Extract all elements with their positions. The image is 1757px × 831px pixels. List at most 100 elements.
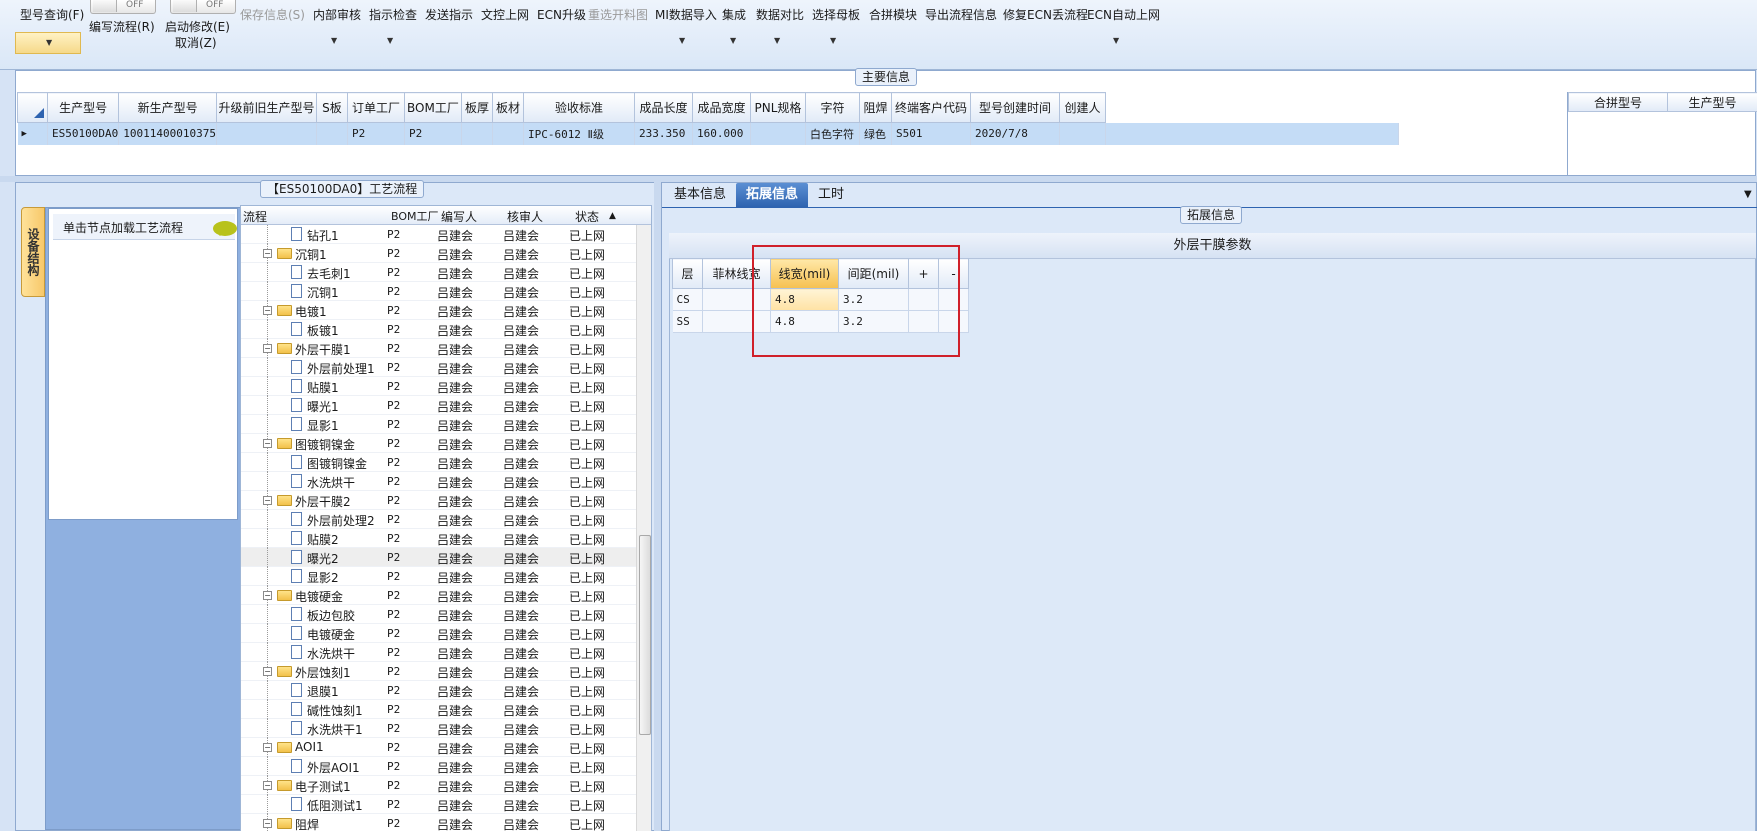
col-header[interactable]: 升级前旧生产型号 [215,92,317,123]
start-modify-toggle[interactable]: OFF [170,0,236,14]
tab-extended-info[interactable]: 拓展信息 [736,183,809,207]
vertical-splitter[interactable] [654,182,661,831]
table-cell[interactable]: P2 [404,122,462,145]
col-header[interactable]: 流程 [243,208,267,225]
col-header[interactable]: 型号创建时间 [969,92,1060,123]
col-header[interactable]: 核审人 [507,208,543,225]
data-compare-button[interactable]: 数据对比 [756,6,804,23]
integrate-button[interactable]: 集成 [722,6,746,23]
tree-row[interactable]: − 外层干膜2 P2 吕建会 吕建会 已上网 [241,491,651,510]
chevron-down-icon[interactable]: ▼ [331,36,337,45]
collapse-icon[interactable]: − [263,344,272,353]
tree-row[interactable]: 水洗烘干 P2 吕建会 吕建会 已上网 [241,472,651,491]
tree-row[interactable]: 板边包胶 P2 吕建会 吕建会 已上网 [241,605,651,624]
chevron-down-icon[interactable]: ▼ [730,36,736,45]
table-cell[interactable] [492,122,524,145]
tree-row[interactable]: − 图镀铜镍金 P2 吕建会 吕建会 已上网 [241,434,651,453]
tree-row[interactable]: 图镀铜镍金 P2 吕建会 吕建会 已上网 [241,453,651,472]
chevron-down-icon[interactable]: ▼ [1744,189,1752,200]
tree-row[interactable]: − 电镀1 P2 吕建会 吕建会 已上网 [241,301,651,320]
table-cell[interactable]: 白色字符 [805,122,860,145]
col-header[interactable]: 板材 [491,92,524,123]
col-header[interactable]: 创建人 [1058,92,1106,123]
tree-row[interactable]: − 阻焊 P2 吕建会 吕建会 已上网 [241,814,651,831]
col-header[interactable]: PNL规格 [749,92,806,123]
tree-row[interactable]: 板镀1 P2 吕建会 吕建会 已上网 [241,320,651,339]
tree-row[interactable]: − AOI1 P2 吕建会 吕建会 已上网 [241,738,651,757]
table-cell[interactable]: S501 [891,122,971,145]
fix-ecn-flow-button[interactable]: 修复ECN丢流程 [1003,6,1088,23]
col-header[interactable]: 验收标准 [522,92,635,123]
col-header[interactable]: S板 [315,92,348,123]
tree-row[interactable]: 显影1 P2 吕建会 吕建会 已上网 [241,415,651,434]
table-cell[interactable] [216,122,317,145]
col-header[interactable]: 订单工厂 [346,92,405,123]
select-master-button[interactable]: 选择母板 [812,6,860,23]
tree-row[interactable]: 低阻测试1 P2 吕建会 吕建会 已上网 [241,795,651,814]
col-header[interactable]: 编写人 [441,208,477,225]
tab-work-hours[interactable]: 工时 [808,183,854,207]
doc-online-button[interactable]: 文控上网 [481,6,529,23]
tree-row[interactable]: 显影2 P2 吕建会 吕建会 已上网 [241,567,651,586]
chevron-down-icon[interactable]: ▼ [830,36,836,45]
table-cell[interactable] [750,122,806,145]
table-cell[interactable]: IPC-6012 Ⅱ级 [523,122,635,145]
table-cell[interactable] [316,122,348,145]
chevron-down-icon[interactable]: ▼ [387,36,393,45]
type-query-button[interactable]: 型号查询(F) [20,6,84,23]
tree-row[interactable]: 外层前处理2 P2 吕建会 吕建会 已上网 [241,510,651,529]
chevron-down-icon[interactable]: ▼ [774,36,780,45]
table-cell[interactable]: 绿色 [859,122,892,145]
tree-row[interactable]: 退膜1 P2 吕建会 吕建会 已上网 [241,681,651,700]
reselect-material-button[interactable]: 重选开料图 [588,6,648,23]
col-header[interactable]: 合拼型号 [1568,92,1668,112]
collapse-icon[interactable]: − [263,819,272,828]
write-flow-button[interactable]: 编写流程(R) [89,18,155,35]
collapse-icon[interactable]: − [263,591,272,600]
tree-scrollbar[interactable] [636,225,651,831]
collapse-icon[interactable]: − [263,743,272,752]
table-cell[interactable]: 10011400010375 [118,122,217,145]
tab-basic-info[interactable]: 基本信息 [664,183,736,207]
col-header[interactable]: BOM工厂 [391,208,439,224]
cancel-button[interactable]: 取消(Z) [175,34,217,51]
tree-row[interactable]: − 沉铜1 P2 吕建会 吕建会 已上网 [241,244,651,263]
col-header[interactable]: 成品宽度 [691,92,751,123]
tree-row[interactable]: 沉铜1 P2 吕建会 吕建会 已上网 [241,282,651,301]
type-query-dropdown[interactable]: ▼ [15,32,81,54]
tree-row[interactable]: − 外层干膜1 P2 吕建会 吕建会 已上网 [241,339,651,358]
table-cell[interactable]: CS [672,288,703,311]
collapse-icon[interactable]: − [263,667,272,676]
speech-bubble-icon[interactable] [213,221,237,236]
table-cell[interactable]: 233.350 [634,122,693,145]
col-header[interactable]: 阻焊 [858,92,892,123]
tree-row[interactable]: 水洗烘干1 P2 吕建会 吕建会 已上网 [241,719,651,738]
collapse-icon[interactable]: − [263,306,272,315]
save-info-button[interactable]: 保存信息(S) [240,6,305,23]
tree-row[interactable]: 水洗烘干 P2 吕建会 吕建会 已上网 [241,643,651,662]
chevron-down-icon[interactable]: ▼ [679,36,685,45]
col-header[interactable]: 状态 [575,208,599,225]
tree-row[interactable]: 外层前处理1 P2 吕建会 吕建会 已上网 [241,358,651,377]
tree-row[interactable]: − 电镀硬金 P2 吕建会 吕建会 已上网 [241,586,651,605]
col-header[interactable]: BOM工厂 [403,92,462,123]
collapse-icon[interactable]: − [263,496,272,505]
tree-row[interactable]: 外层AOI1 P2 吕建会 吕建会 已上网 [241,757,651,776]
tree-row[interactable]: 钻孔1 P2 吕建会 吕建会 已上网 [241,225,651,244]
table-cell[interactable] [1059,122,1106,145]
collapse-icon[interactable]: − [263,439,272,448]
export-flow-info-button[interactable]: 导出流程信息 [925,6,997,23]
col-header[interactable]: 板厚 [460,92,493,123]
ecn-auto-online-button[interactable]: ECN自动上网 [1087,6,1160,23]
table-cell[interactable]: ES50100DA0 [47,122,120,145]
col-header[interactable]: 生产型号 [46,92,120,123]
scrollbar-thumb[interactable] [639,535,651,735]
tree-row[interactable]: − 电子测试1 P2 吕建会 吕建会 已上网 [241,776,651,795]
col-header[interactable]: 终端客户代码 [890,92,971,123]
write-flow-toggle[interactable]: OFF [90,0,156,14]
mi-import-button[interactable]: MI数据导入 [655,6,717,23]
tree-row[interactable]: − 外层蚀刻1 P2 吕建会 吕建会 已上网 [241,662,651,681]
col-header[interactable]: 字符 [804,92,860,123]
table-cell[interactable]: SS [672,310,703,333]
col-header[interactable]: 层 [672,258,703,289]
